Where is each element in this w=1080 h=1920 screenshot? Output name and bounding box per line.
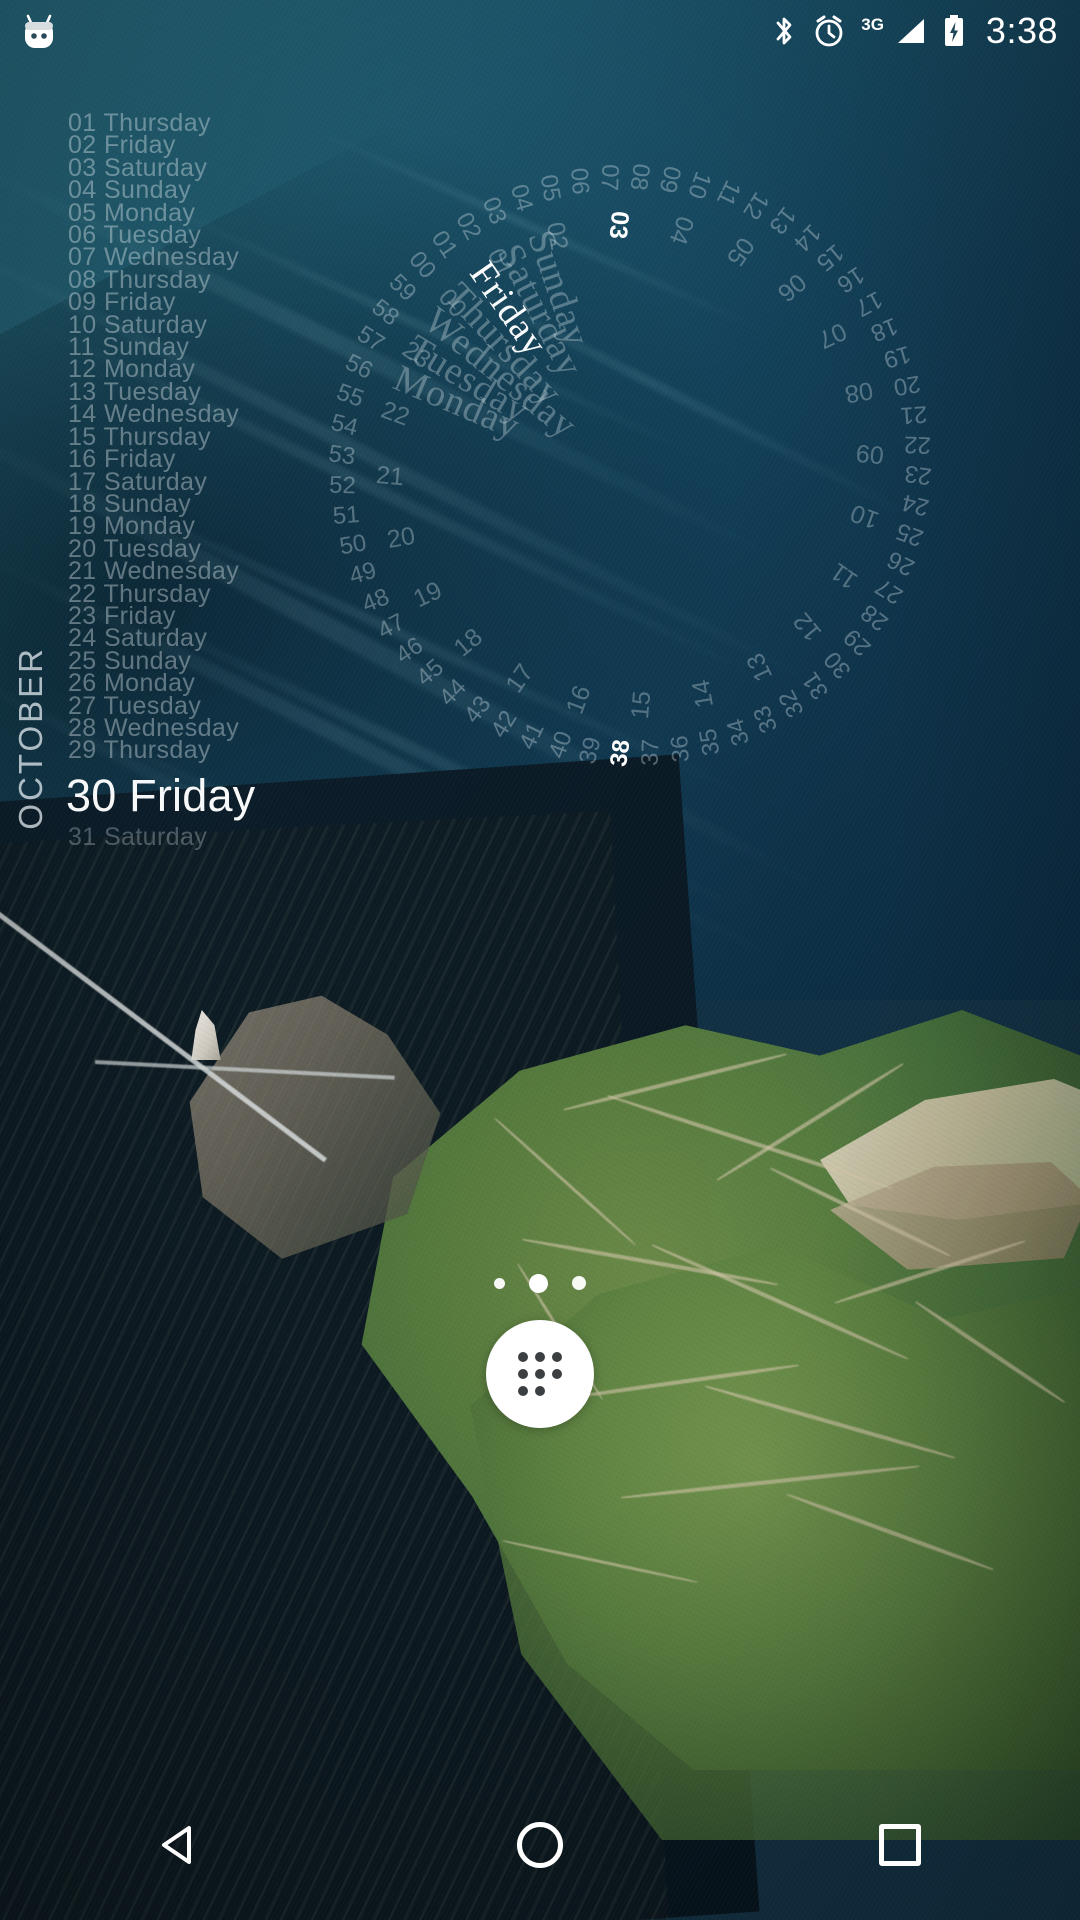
hour-tick: 18 xyxy=(448,622,488,663)
hour-tick: 20 xyxy=(384,521,418,555)
date-list-widget[interactable]: 01 Thursday 02 Friday 03 Saturday 04 Sunday… xyxy=(66,110,256,851)
hour-tick-active: 03 xyxy=(603,209,635,241)
hour-tick: 04 xyxy=(663,212,700,249)
hour-tick: 16 xyxy=(560,681,597,718)
date-row: 31 Saturday xyxy=(68,822,208,851)
hour-tick: 06 xyxy=(772,267,812,308)
bluetooth-icon xyxy=(771,13,797,49)
signal-3g-icon xyxy=(894,14,928,48)
hours-ring: 00 01 02 03 04 05 06 07 08 09 10 11 12 13 14 15 16 17 18 19… xyxy=(320,70,940,860)
home-circle-icon xyxy=(517,1822,563,1868)
hour-tick: 19 xyxy=(409,576,447,614)
alarm-clock-icon xyxy=(811,13,847,49)
hour-tick: 22 xyxy=(377,395,414,432)
network-type-label: 3G xyxy=(861,15,884,34)
hour-tick: 05 xyxy=(720,232,760,272)
back-triangle-icon xyxy=(162,1826,191,1864)
nav-back-button[interactable] xyxy=(105,1770,255,1920)
hour-tick: 09 xyxy=(854,438,886,470)
hour-tick: 12 xyxy=(787,607,828,647)
hour-tick: 21 xyxy=(374,460,406,492)
page-dot[interactable] xyxy=(572,1276,586,1290)
page-indicator[interactable] xyxy=(0,1268,1080,1298)
navigation-bar xyxy=(0,1770,1080,1920)
status-bar-system-icons: 3G 3:38 xyxy=(771,13,1058,49)
nav-home-button[interactable] xyxy=(465,1770,615,1920)
hour-tick: 00 xyxy=(432,283,473,323)
current-date-row: 30 Friday xyxy=(66,769,256,821)
date-row: 29 Thursday xyxy=(68,736,211,765)
status-bar-clock: 3:38 xyxy=(985,10,1058,51)
hour-tick: 15 xyxy=(625,689,657,721)
battery-charging-icon xyxy=(942,13,966,49)
nav-recents-button[interactable] xyxy=(825,1770,975,1920)
hour-tick: 13 xyxy=(741,648,779,686)
hour-tick: 01 xyxy=(481,244,519,282)
hour-tick: 08 xyxy=(842,375,876,409)
recents-square-icon xyxy=(879,1824,921,1866)
radial-clock-widget[interactable]: Monday Tuesday Wednesday Thursday Friday Satu… xyxy=(320,70,940,860)
hour-tick: 17 xyxy=(500,658,540,698)
hour-tick: 10 xyxy=(846,498,883,535)
hour-tick: 07 xyxy=(813,316,851,354)
status-bar-notifications xyxy=(18,8,60,54)
page-dot-active[interactable] xyxy=(529,1273,548,1293)
android-marshmallow-mascot-icon xyxy=(18,8,60,54)
status-bar: 3G 3:38 xyxy=(0,0,1080,62)
page-dot[interactable] xyxy=(494,1277,505,1289)
app-drawer-button[interactable] xyxy=(486,1320,594,1428)
hour-tick: 11 xyxy=(825,556,863,595)
apps-grid-icon xyxy=(517,1351,563,1397)
month-label: OCTOBER xyxy=(12,646,49,830)
hour-tick: 02 xyxy=(540,219,574,253)
hour-tick: 23 xyxy=(397,335,437,375)
hour-tick: 14 xyxy=(686,677,720,711)
